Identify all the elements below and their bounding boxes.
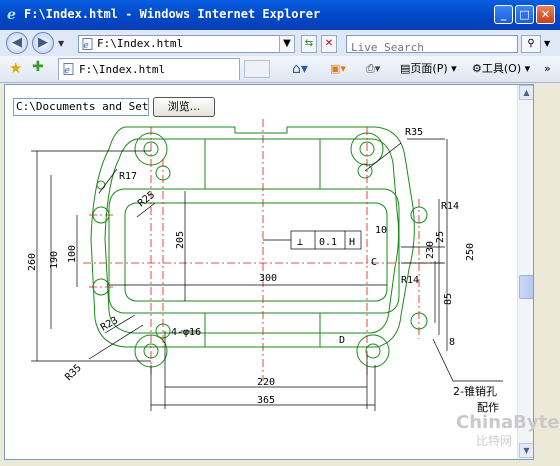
dim-r14-right: R14 bbox=[441, 201, 459, 212]
page-content: C:\Documents and Settings 浏览... bbox=[4, 84, 534, 460]
scroll-thumb[interactable] bbox=[519, 275, 533, 299]
dim-260: 260 bbox=[27, 253, 38, 271]
dim-r17: R17 bbox=[119, 171, 137, 182]
maximize-icon: □ bbox=[519, 8, 530, 21]
tolerance-datum: H bbox=[349, 237, 355, 248]
home-icon[interactable]: ⌂▾ bbox=[292, 59, 308, 79]
refresh-button[interactable]: ⇆ bbox=[301, 35, 317, 53]
cad-drawing: R35 R17 R25 R14 R14 R23 R35 205 190 100 … bbox=[27, 119, 503, 414]
status-bar bbox=[0, 460, 560, 466]
dim-r14-mid: R14 bbox=[401, 275, 419, 286]
new-tab-button[interactable] bbox=[244, 60, 270, 78]
page-menu-label: 页面(P) bbox=[410, 62, 448, 75]
svg-text:e: e bbox=[65, 66, 70, 75]
search-box[interactable] bbox=[346, 35, 518, 56]
watermark-logo: ChinaByte bbox=[456, 412, 560, 433]
page-menu[interactable]: ▤页面(P) ▾ bbox=[400, 59, 457, 79]
browse-button[interactable]: 浏览... bbox=[153, 97, 215, 117]
dim-230: 230 bbox=[425, 241, 436, 259]
stop-button[interactable]: ✕ bbox=[321, 35, 337, 53]
dim-100: 100 bbox=[67, 245, 78, 263]
address-bar: ◀ ▶ ▼ e F:\Index.html ▼ ⇆ ✕ ⚲ ▼ bbox=[0, 30, 560, 56]
page-icon: e bbox=[63, 63, 74, 75]
section-mark-d: D bbox=[339, 335, 345, 346]
tab-current[interactable]: e F:\Index.html bbox=[58, 58, 240, 80]
dim-190: 190 bbox=[49, 251, 60, 269]
dim-r23: R23 bbox=[99, 315, 120, 334]
section-mark-c: C bbox=[371, 257, 377, 268]
minimize-icon: _ bbox=[500, 8, 507, 21]
dim-8: 8 bbox=[449, 337, 455, 348]
search-options-icon[interactable]: ▼ bbox=[544, 39, 550, 48]
svg-text:e: e bbox=[84, 41, 89, 50]
dim-300: 300 bbox=[259, 273, 277, 284]
window-title: F:\Index.html - Windows Internet Explore… bbox=[24, 7, 321, 21]
scroll-down-icon[interactable]: ▼ bbox=[519, 443, 533, 458]
chevron-down-icon: ▼ bbox=[283, 38, 291, 49]
refresh-icon: ⇆ bbox=[304, 38, 314, 49]
search-input[interactable] bbox=[347, 39, 515, 56]
vertical-scrollbar[interactable]: ▲ ▼ bbox=[517, 85, 533, 459]
ie-logo-icon: e bbox=[7, 7, 16, 21]
back-arrow-icon: ◀ bbox=[12, 35, 22, 50]
close-icon: ✕ bbox=[540, 8, 551, 21]
add-favorite-icon[interactable]: ✚ bbox=[32, 59, 44, 75]
address-url: F:\Index.html bbox=[97, 37, 184, 50]
gear-icon: ⚙ bbox=[472, 62, 482, 75]
tools-menu[interactable]: ⚙工具(O) ▾ bbox=[472, 59, 530, 79]
file-path-input[interactable]: C:\Documents and Settings bbox=[13, 98, 149, 116]
close-button[interactable]: ✕ bbox=[536, 5, 555, 24]
search-button[interactable]: ⚲ bbox=[521, 35, 541, 53]
back-button[interactable]: ◀ bbox=[6, 32, 28, 54]
maximize-button[interactable]: □ bbox=[515, 5, 534, 24]
dim-250: 250 bbox=[465, 243, 476, 261]
dim-25: 25 bbox=[435, 231, 446, 243]
forward-arrow-icon: ▶ bbox=[38, 35, 48, 50]
tools-menu-label: 工具(O) bbox=[481, 62, 522, 75]
title-bar: e F:\Index.html - Windows Internet Explo… bbox=[0, 0, 560, 30]
dim-10: 10 bbox=[375, 225, 387, 236]
stop-icon: ✕ bbox=[324, 38, 334, 49]
dim-220: 220 bbox=[257, 377, 275, 388]
dim-365: 365 bbox=[257, 395, 275, 406]
dim-r35-top: R35 bbox=[405, 127, 423, 138]
pin-hole-note: 2-锥销孔 bbox=[453, 384, 497, 398]
dim-r35-bottom: R35 bbox=[63, 363, 84, 384]
dim-85: 85 bbox=[443, 293, 454, 305]
history-dropdown-icon[interactable]: ▼ bbox=[58, 39, 64, 48]
page-menu-icon: ▤ bbox=[400, 62, 411, 75]
chevron-more-icon[interactable]: » bbox=[544, 59, 551, 79]
tolerance-value: 0.1 bbox=[319, 237, 337, 248]
address-dropdown-button[interactable]: ▼ bbox=[279, 35, 295, 53]
address-field[interactable]: e F:\Index.html bbox=[78, 35, 292, 53]
page-icon: e bbox=[82, 38, 93, 50]
dim-r25: R25 bbox=[136, 190, 157, 210]
dim-holes: 4-φ16 bbox=[171, 327, 201, 338]
dim-205: 205 bbox=[175, 231, 186, 249]
feeds-icon[interactable]: ▣▾ bbox=[330, 59, 346, 79]
svg-text:e: e bbox=[7, 7, 16, 21]
watermark-logo-cn: 比特网 bbox=[476, 434, 513, 448]
search-icon: ⚲ bbox=[527, 38, 535, 49]
print-icon[interactable]: ⎙▾ bbox=[366, 59, 380, 79]
favorites-star-icon[interactable]: ★ bbox=[9, 59, 22, 77]
tolerance-symbol: ⊥ bbox=[297, 237, 303, 248]
tab-label: F:\Index.html bbox=[79, 63, 166, 76]
scroll-up-icon[interactable]: ▲ bbox=[519, 85, 533, 100]
minimize-button[interactable]: _ bbox=[494, 5, 513, 24]
forward-button[interactable]: ▶ bbox=[32, 32, 54, 54]
